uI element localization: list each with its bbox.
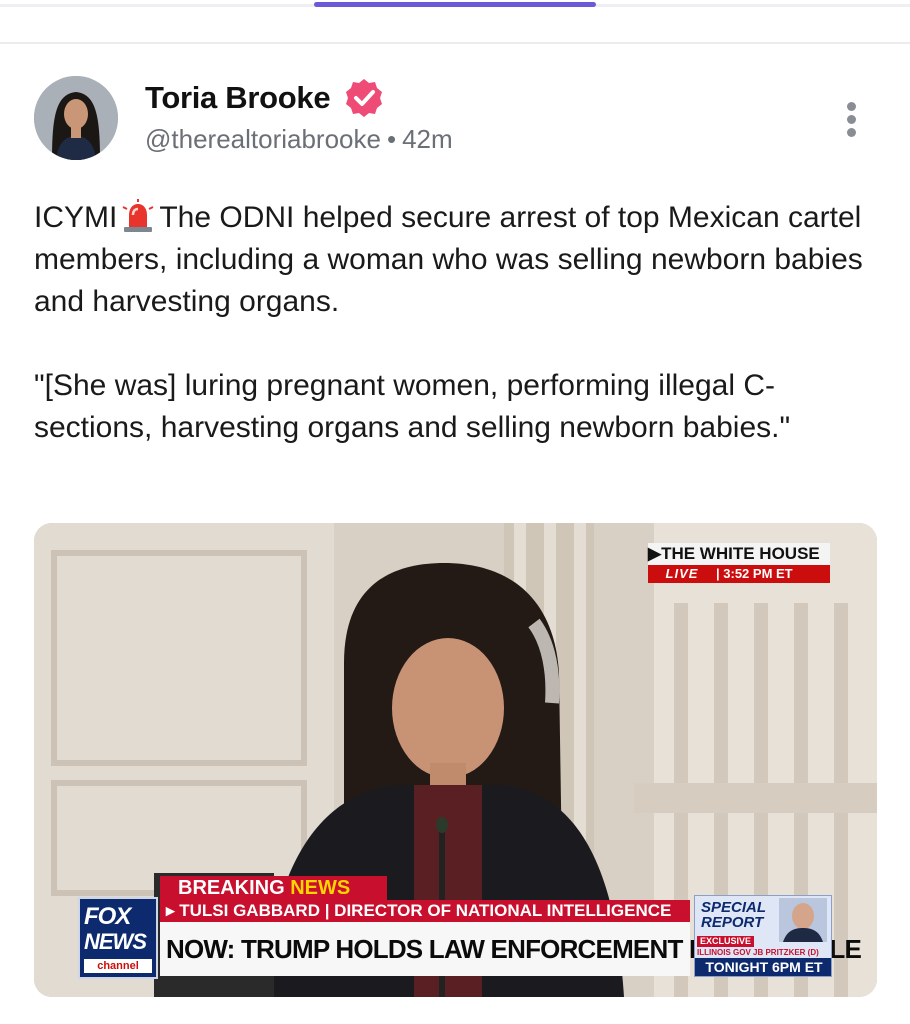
logo-fox: FOX <box>84 903 131 930</box>
active-tab-indicator <box>314 2 596 7</box>
author-name[interactable]: Toria Brooke <box>145 80 331 116</box>
handle-row: @therealtoriabrooke • 42m <box>145 124 453 155</box>
more-options-icon[interactable] <box>836 100 866 140</box>
post-paragraph-1: ICYMI The ODNI helped secure arrest of t… <box>34 197 884 323</box>
news-chyron: FOX NEWS channel BREAKING NEWS ▸ TULSI G… <box>78 876 862 980</box>
separator-dot: • <box>386 124 397 154</box>
top-tab-indicator-bar <box>0 0 910 44</box>
special-report-promo: SPECIAL REPORT EXCLUSIVE ILLINOIS GOV JB… <box>694 895 832 977</box>
logo-news: NEWS <box>84 929 147 954</box>
guest-portrait <box>779 898 827 942</box>
verified-badge-icon <box>346 79 382 117</box>
live-separator: | <box>716 566 720 581</box>
avatar[interactable] <box>34 76 118 160</box>
special-report-title: SPECIAL REPORT <box>701 899 766 931</box>
live-bug: ▶THE WHITE HOUSE LIVE | 3:52 PM ET <box>648 543 830 585</box>
post-paragraph-2: "[She was] luring pregnant women, perfor… <box>34 369 791 444</box>
rotating-light-icon <box>122 199 154 232</box>
news-label: NEWS <box>290 877 351 899</box>
breaking-news-banner: BREAKING NEWS <box>160 876 387 900</box>
fox-news-logo: FOX NEWS channel <box>78 897 158 979</box>
live-bug-location: ▶THE WHITE HOUSE <box>648 543 830 565</box>
paragraph-1-text: The ODNI helped secure arrest of top Mex… <box>34 201 863 318</box>
post-time[interactable]: 42m <box>402 124 453 154</box>
chyron-subline: ▸ TULSI GABBARD | DIRECTOR OF NATIONAL I… <box>160 900 690 922</box>
live-time: 3:52 PM ET <box>723 566 793 581</box>
video-thumbnail[interactable]: ▶THE WHITE HOUSE LIVE | 3:52 PM ET FOX NE… <box>34 523 877 997</box>
chyron-headline: NOW: TRUMP HOLDS LAW ENFORCEMENT ROUNDTA… <box>160 922 862 976</box>
special-exclusive: EXCLUSIVE <box>697 936 755 947</box>
special-airtime: TONIGHT 6PM ET <box>695 958 831 976</box>
breaking-label: BREAKING <box>178 877 285 899</box>
post-body: ICYMI The ODNI helped secure arrest of t… <box>34 197 884 449</box>
live-label: LIVE <box>665 566 699 581</box>
icymi-label: ICYMI <box>34 201 118 234</box>
author-handle[interactable]: @therealtoriabrooke <box>145 124 381 154</box>
logo-channel: channel <box>84 959 152 973</box>
post-card[interactable]: Toria Brooke @therealtoriabrooke • 42m ICY… <box>0 44 910 1024</box>
live-bug-status: LIVE | 3:52 PM ET <box>648 565 830 583</box>
special-guest: ILLINOIS GOV JB PRITZKER (D) <box>697 948 819 957</box>
